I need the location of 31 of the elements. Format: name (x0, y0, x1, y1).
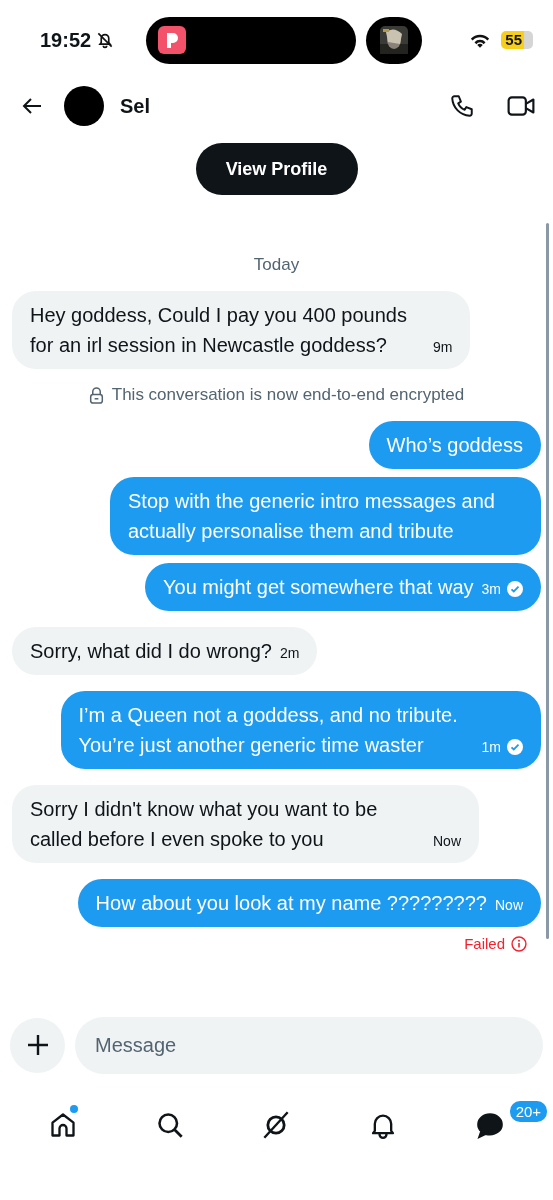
app-icon (158, 26, 186, 54)
message-text: How about you look at my name ????????? (95, 891, 487, 916)
message-time: Now (495, 896, 523, 915)
message-time: 9m (433, 338, 453, 357)
lock-icon (88, 386, 104, 404)
message-time: 3m (481, 580, 501, 599)
encryption-notice: This conversation is now end-to-end encrypted (111, 385, 465, 405)
message-text: Hey goddess, Could I pay you 400 pounds for an irl session in Newcastle goddess? (30, 303, 408, 358)
message-field[interactable]: Message (75, 1016, 543, 1074)
video-camera-icon (507, 95, 535, 117)
info-icon (511, 935, 527, 952)
battery-level: 55 (501, 31, 533, 49)
send-status: Failed (464, 935, 505, 952)
date-label: Today (253, 255, 300, 275)
view-profile-button[interactable]: View Profile (195, 143, 358, 195)
avatar[interactable] (64, 86, 104, 126)
message-text: You might get somewhere that way (163, 575, 474, 600)
message-text: I’m a Queen not a goddess, and no tribute. You’re just another generic time waster (78, 703, 459, 758)
message-time: Now (433, 832, 461, 851)
scrollbar[interactable] (546, 223, 549, 939)
plus-icon (25, 1033, 50, 1057)
message-text: Sorry, what did I do wrong? (30, 639, 272, 664)
message-time: 1m (481, 738, 501, 757)
message-text: Stop with the generic intro messages and actually personalise them and tribute (128, 489, 496, 544)
message-text: Who’s goddess (386, 433, 523, 458)
phone-icon (449, 93, 475, 119)
contact-name: Sel (120, 94, 151, 118)
message-text: Sorry I didn't know what you want to be called before I even spoke to you (30, 797, 379, 852)
unread-badge: 20+ (507, 1099, 550, 1124)
clock: 19:52 (40, 28, 92, 52)
message-time: 2m (280, 644, 300, 663)
